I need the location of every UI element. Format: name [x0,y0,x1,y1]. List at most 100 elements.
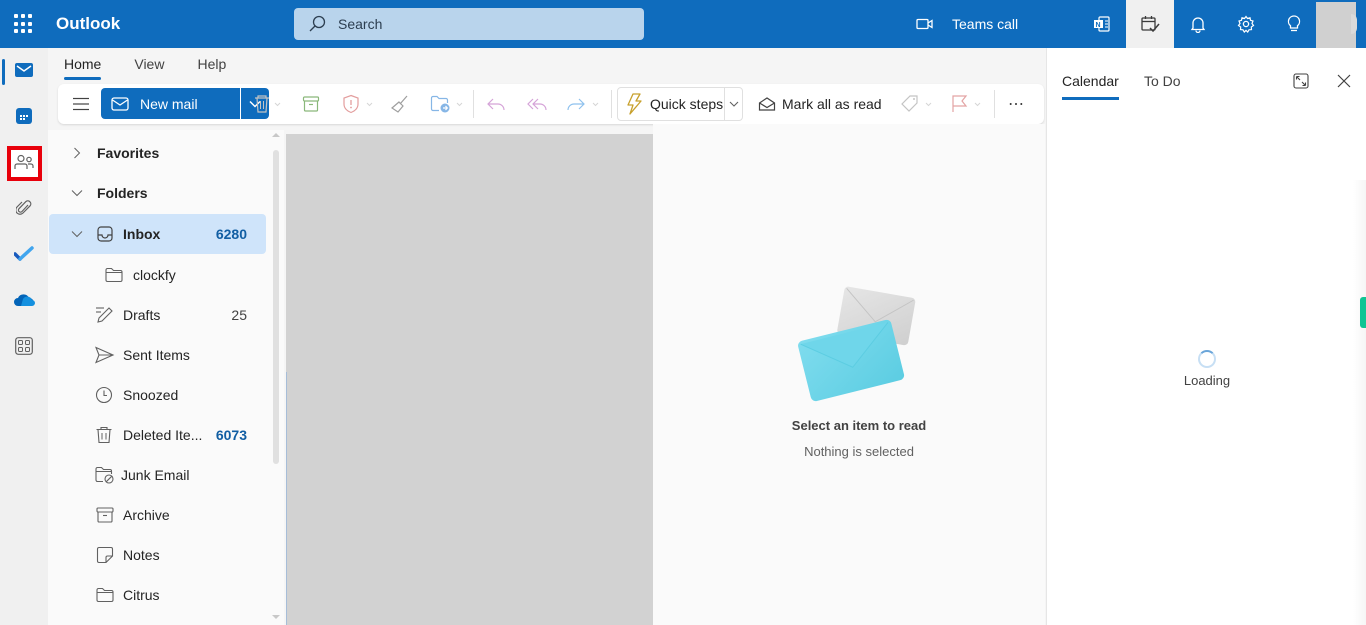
quick-steps-dropdown[interactable] [724,88,742,120]
avatar-edge [1351,14,1357,34]
tab-home[interactable]: Home [64,48,102,80]
ribbon-tabs: Home View Help [64,48,226,80]
close-icon[interactable] [1337,74,1351,88]
ribbon-separator [473,90,474,118]
broom-icon [391,95,408,113]
trash-icon [96,426,112,444]
trash-icon [255,95,281,113]
delete-button[interactable] [252,84,282,124]
inbox-icon [97,226,113,242]
expand-icon[interactable] [1293,73,1309,89]
move-to-button[interactable] [430,84,466,124]
mark-all-read-button[interactable]: Mark all as read [758,84,882,124]
folder-move-icon [430,95,463,113]
favorites-label: Favorites [97,145,160,161]
rail-item-calendar[interactable] [4,98,44,134]
folder-label: Citrus [123,587,160,603]
folder-item-sent[interactable]: Sent Items [49,336,266,374]
shield-alert-icon [343,94,373,114]
tips-button[interactable] [1270,0,1318,48]
mail-read-icon [758,97,776,111]
folder-label: Junk Email [121,467,190,483]
onenote-button[interactable]: N [1078,0,1126,48]
chevron-down-icon [729,101,738,107]
folder-pane-scrollbar[interactable] [273,150,279,464]
folder-item-notes[interactable]: Notes [49,536,266,574]
folder-count: 25 [231,307,247,323]
envelope-icon [111,96,129,111]
settings-button[interactable] [1222,0,1270,48]
folder-item-snoozed[interactable]: Snoozed [49,376,266,414]
lightbulb-icon [1287,15,1301,32]
rail-item-apps[interactable] [4,328,44,364]
chevron-down-icon [71,231,83,238]
folder-unread-count: 6073 [215,427,247,443]
message-list[interactable] [286,134,653,625]
rail-item-mail[interactable] [4,52,44,88]
scroll-up-arrow[interactable] [272,132,280,138]
reply-button[interactable] [486,84,506,124]
report-button[interactable] [342,84,374,124]
folder-item-citrus[interactable]: Citrus [49,576,266,614]
hamburger-button[interactable] [72,84,90,124]
scroll-down-arrow[interactable] [272,614,280,620]
rail-item-people[interactable] [4,144,44,180]
folders-header[interactable]: Folders [49,174,266,212]
folder-label: Sent Items [123,347,190,363]
note-icon [96,546,114,564]
search-input[interactable] [338,16,618,32]
bell-icon [1190,17,1206,33]
reading-pane: Select an item to read Nothing is select… [653,124,1045,625]
quick-steps-button[interactable]: Quick steps [617,87,743,121]
onenote-icon: N [1094,16,1110,32]
sweep-button[interactable] [390,84,410,124]
reply-all-icon [527,98,547,111]
folder-icon [96,587,114,603]
folder-item-junk[interactable]: Junk Email [49,456,266,494]
paperclip-icon [16,200,32,215]
side-tab-calendar[interactable]: Calendar [1062,73,1119,100]
more-options-button[interactable]: ⋯ [1008,84,1024,124]
folder-item-archive[interactable]: Archive [49,496,266,534]
onedrive-cloud-icon [14,294,35,306]
new-mail-button[interactable]: New mail [101,88,240,119]
notifications-button[interactable] [1174,0,1222,48]
flag-button[interactable] [950,84,986,124]
apps-grid-icon [15,337,33,355]
folder-item-drafts[interactable]: Drafts 25 [49,296,266,334]
ribbon-separator [994,90,995,118]
side-panel-edge [1353,180,1366,625]
mark-all-read-label: Mark all as read [782,96,882,112]
side-feedback-tab[interactable] [1360,297,1366,328]
empty-state-title: Select an item to read [791,418,927,433]
rail-item-todo[interactable] [4,236,44,272]
hamburger-icon [73,97,89,111]
rail-item-files[interactable] [4,190,44,226]
folder-item-clockfy[interactable]: clockfy [49,256,266,294]
send-icon [95,346,115,364]
folder-item-inbox[interactable]: Inbox 6280 [49,214,266,254]
folder-label: Archive [123,507,170,523]
reply-icon [487,98,505,111]
forward-button[interactable] [566,84,602,124]
avatar[interactable] [1316,2,1356,50]
tab-view[interactable]: View [134,48,164,78]
tab-help[interactable]: Help [197,48,226,78]
tag-button[interactable] [900,84,936,124]
app-launcher-icon[interactable] [14,14,34,34]
search-box[interactable] [294,8,644,40]
teams-call-button[interactable]: Teams call [916,0,1018,48]
archive-button[interactable] [302,84,320,124]
favorites-header[interactable]: Favorites [49,134,266,172]
loading-spinner [1198,350,1216,368]
my-day-button[interactable] [1126,0,1174,48]
reply-all-button[interactable] [526,84,548,124]
folders-label: Folders [97,185,148,201]
rail-item-onedrive[interactable] [4,282,44,318]
ribbon-toolbar: New mail Quick steps Mark all as read ⋯ [58,84,1044,124]
folder-pane: Favorites Folders Inbox 6280 clockfy Dra… [48,130,284,625]
folder-item-deleted[interactable]: Deleted Ite... 6073 [49,416,266,454]
app-title[interactable]: Outlook [56,14,120,34]
side-tab-todo[interactable]: To Do [1144,73,1181,89]
folder-label: Inbox [123,226,161,242]
